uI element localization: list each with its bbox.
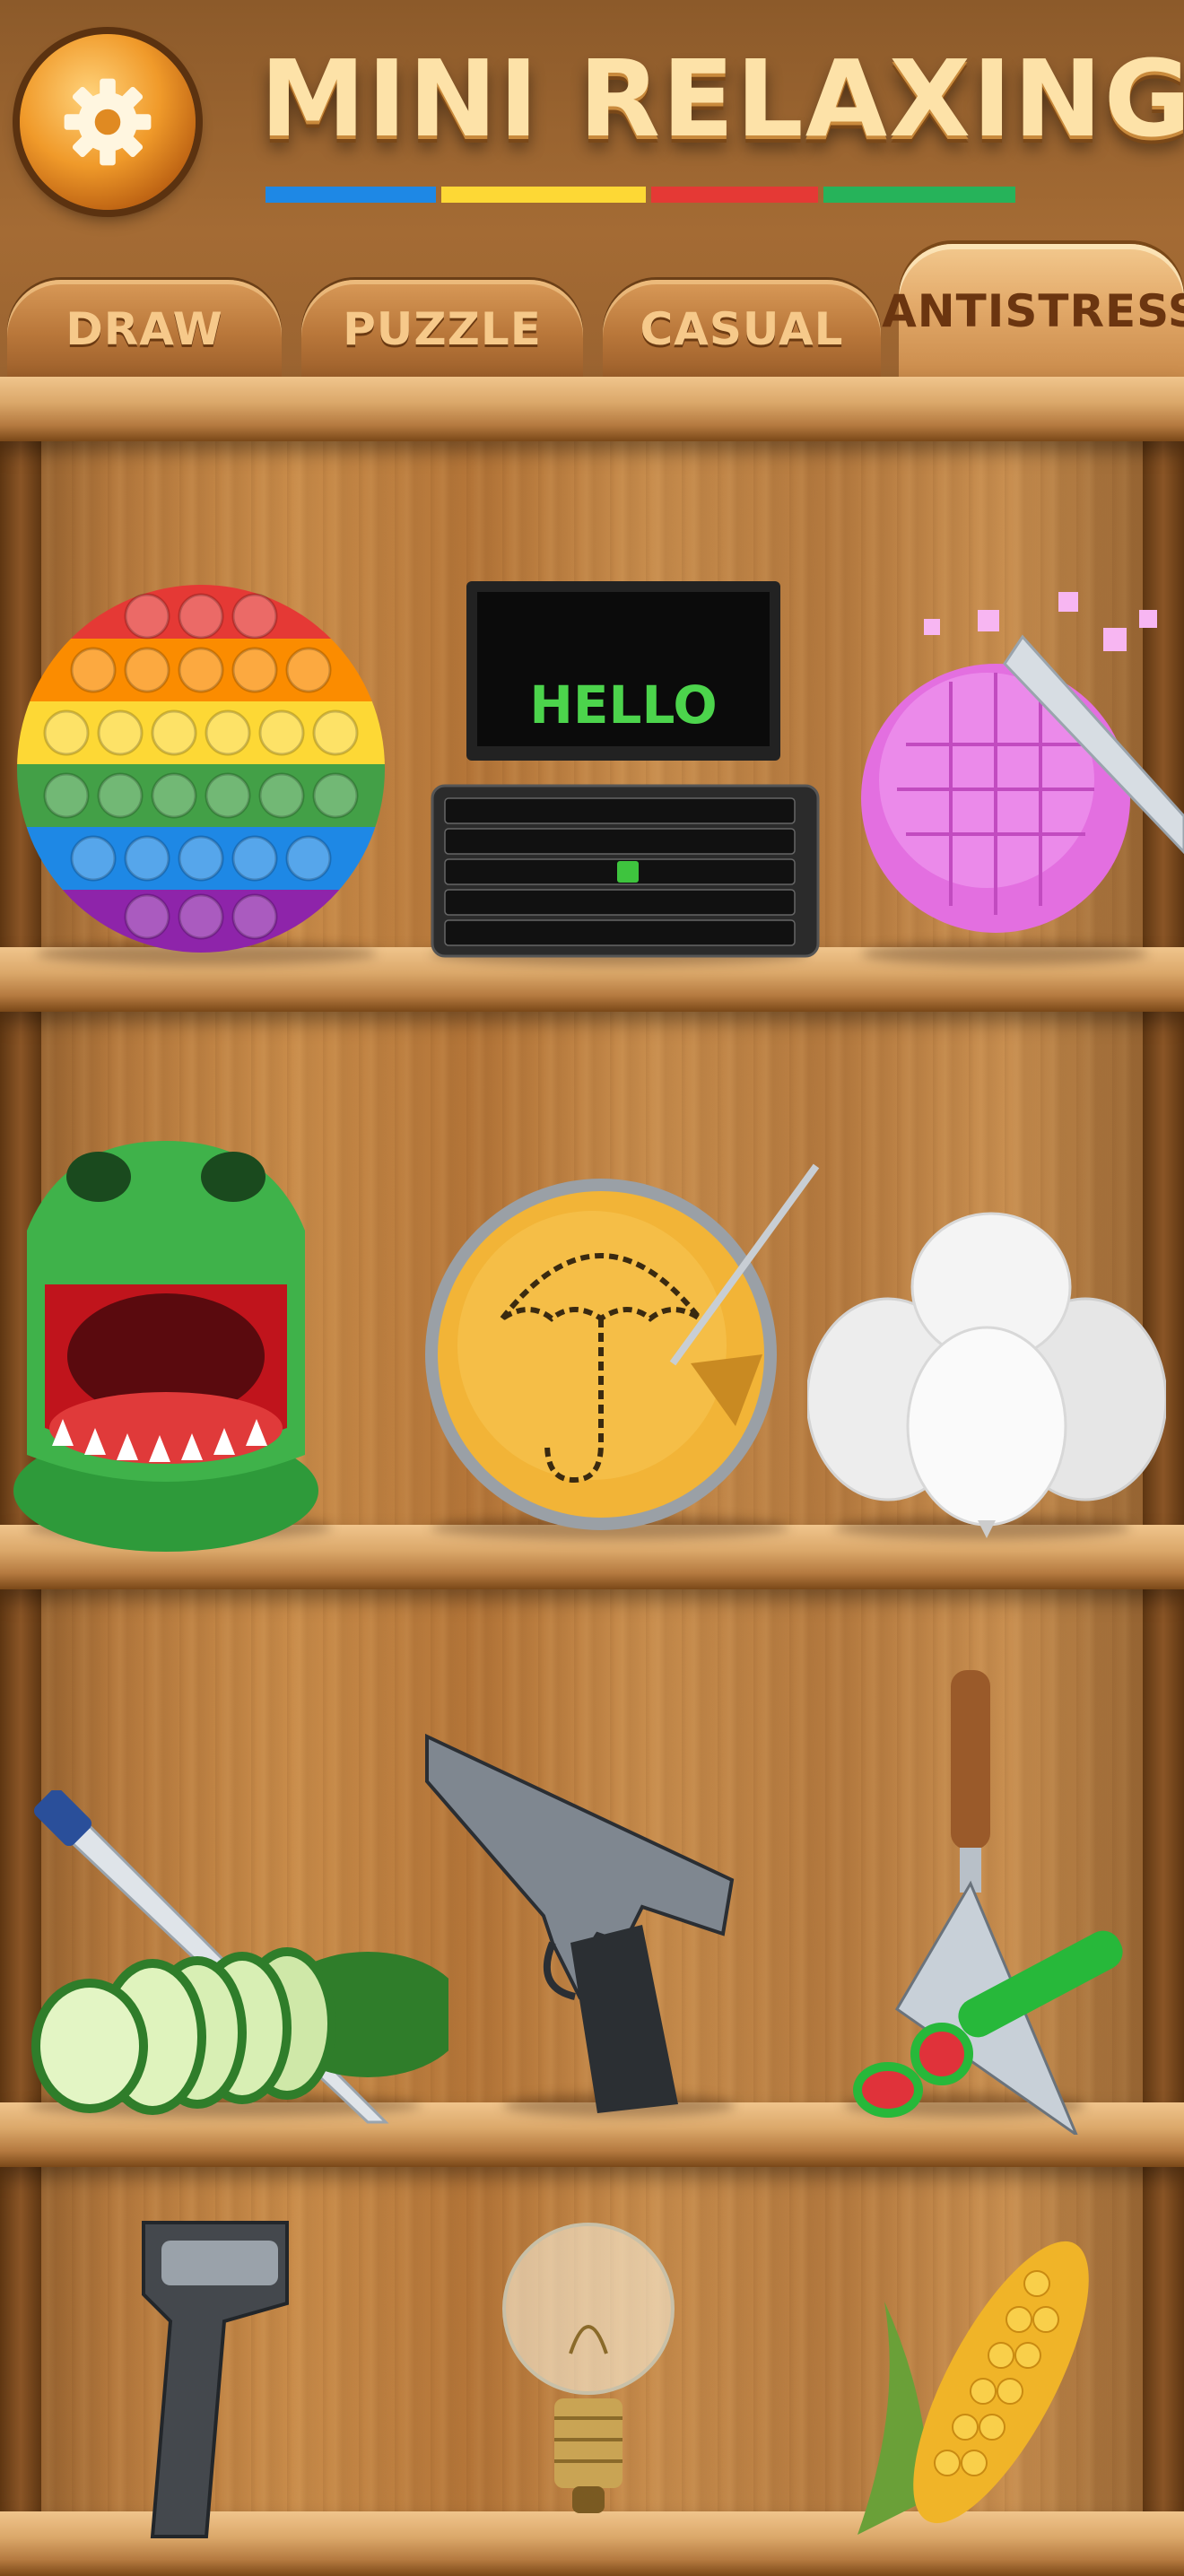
shelf-ledge-top: [0, 377, 1184, 441]
soap-cutting-icon[interactable]: [852, 583, 1184, 969]
tab-draw[interactable]: DRAW: [7, 280, 282, 379]
tab-antistress[interactable]: ANTISTRESS: [882, 244, 1184, 379]
tab-puzzle-label: PUZZLE: [343, 303, 542, 355]
settings-button[interactable]: [20, 34, 196, 210]
pop-it-icon[interactable]: [13, 576, 389, 962]
crocodile-dentist-icon[interactable]: [9, 1132, 323, 1553]
tab-puzzle[interactable]: PUZZLE: [301, 280, 583, 379]
watermelon-cutting-icon[interactable]: [852, 1668, 1157, 2135]
tab-casual-label: CASUAL: [640, 303, 844, 355]
pistol-icon[interactable]: [418, 1727, 750, 2122]
cucumber-slicing-icon[interactable]: [27, 1790, 448, 2131]
light-bulb-icon[interactable]: [499, 2219, 678, 2524]
color-stripe-red: [651, 187, 818, 203]
monitor-text: HELLO: [529, 674, 718, 735]
app-title: MINI RELAXING: [260, 37, 1184, 161]
tab-draw-label: DRAW: [65, 303, 223, 355]
corn-icon[interactable]: [849, 2230, 1118, 2544]
color-stripe-yellow: [441, 187, 646, 203]
color-stripe-blue: [266, 187, 436, 203]
color-stripe-green: [823, 187, 1015, 203]
tab-antistress-label: ANTISTRESS: [882, 285, 1184, 337]
balloons-icon[interactable]: [807, 1211, 1166, 1543]
barcode-scanner-icon[interactable]: [108, 2205, 305, 2546]
honeycomb-candy-icon[interactable]: [422, 1157, 834, 1552]
tab-casual[interactable]: CASUAL: [603, 280, 881, 379]
gear-icon: [64, 78, 152, 166]
